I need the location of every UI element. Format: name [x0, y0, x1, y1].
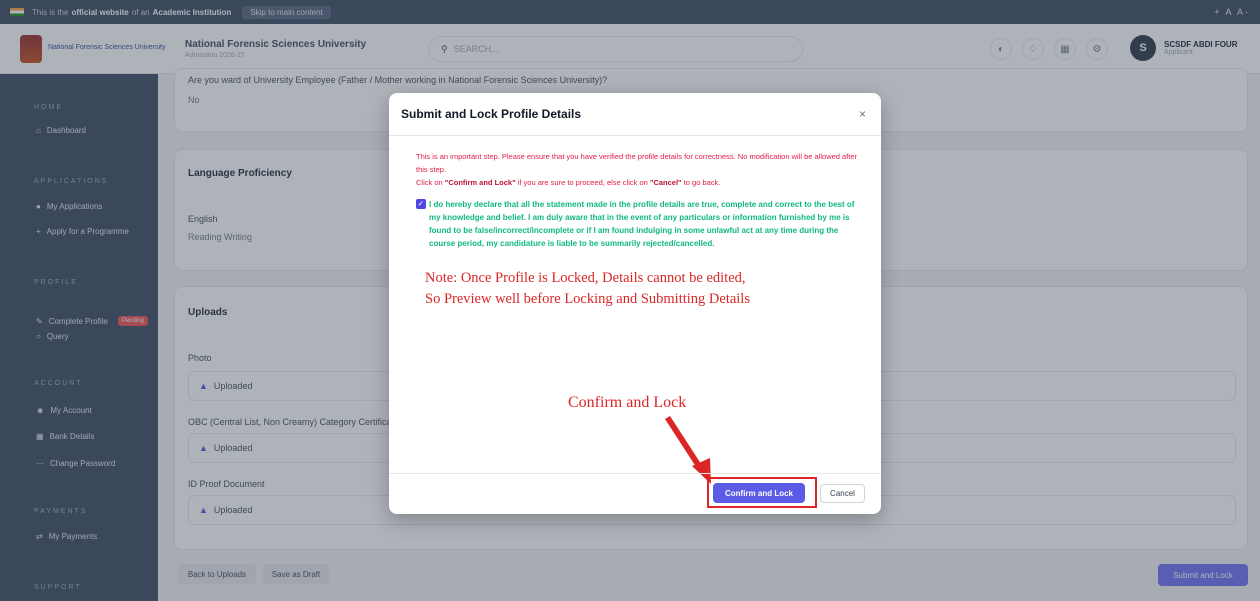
cancel-button[interactable]: Cancel [820, 484, 865, 503]
annotation-arrow-icon [665, 416, 711, 484]
modal-footer-divider [389, 473, 881, 474]
submit-lock-modal: Submit and Lock Profile Details × This i… [389, 93, 881, 514]
confirm-and-lock-button[interactable]: Confirm and Lock [713, 483, 805, 503]
